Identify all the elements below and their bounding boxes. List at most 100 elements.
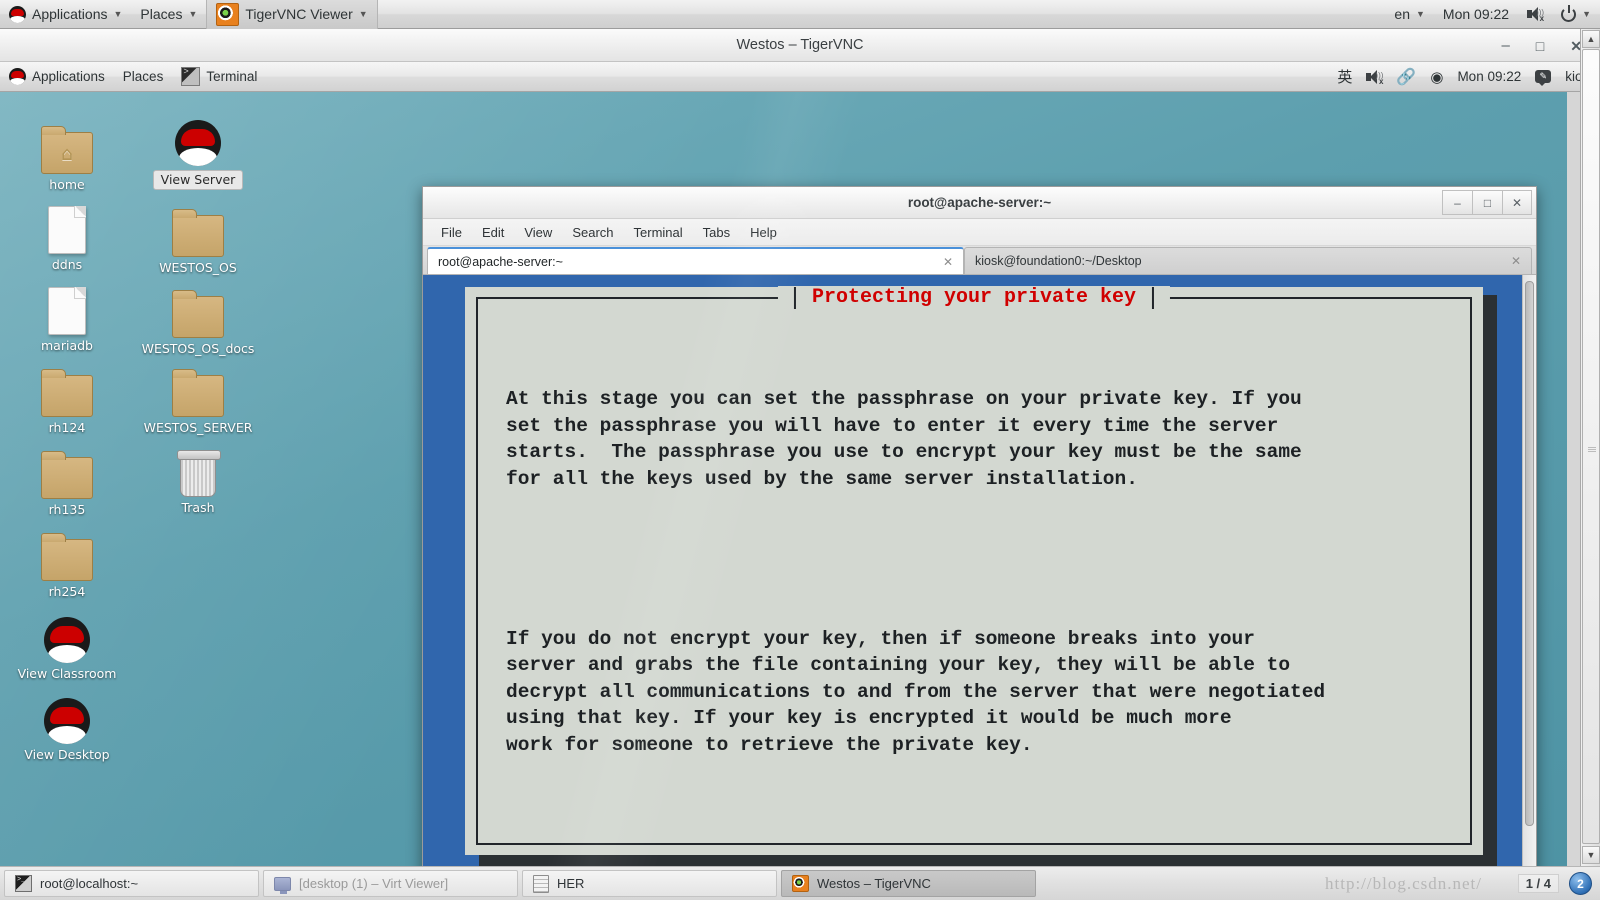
taskbar-item-label: HER — [557, 876, 585, 891]
tab-close-icon[interactable]: ✕ — [1511, 254, 1521, 268]
redhat-logo-icon — [9, 68, 26, 85]
outer-window-menu-tigervnc[interactable]: TigerVNC Viewer ▼ — [206, 0, 378, 29]
taskbar-item-virt-viewer[interactable]: [desktop (1) – Virt Viewer] — [263, 870, 518, 897]
terminal-screen[interactable]: Protecting your private key At this stag… — [423, 275, 1536, 875]
dialog-title-box: Protecting your private key — [777, 286, 1171, 309]
remote-top-panel: Applications Places Terminal 英 )))x 🔗 ◉ … — [0, 62, 1600, 92]
dialog-title: Protecting your private key — [811, 286, 1137, 309]
protecting-private-key-dialog: Protecting your private key At this stag… — [465, 286, 1483, 855]
terminal-scroll-thumb[interactable] — [1525, 281, 1534, 826]
remote-applications-label: Applications — [32, 69, 105, 84]
desktop-icon-westos-server[interactable]: WESTOS_SERVER — [139, 365, 257, 435]
taskbar-right-area: 1 / 4 2 — [1517, 872, 1596, 895]
menu-help[interactable]: Help — [740, 219, 787, 246]
tab-close-icon[interactable]: ✕ — [943, 255, 953, 269]
desktop-icon-view-server[interactable]: View Server — [145, 114, 251, 191]
desktop-icon-trash[interactable]: Trash — [145, 445, 251, 515]
remote-clock-label[interactable]: Mon 09:22 — [1457, 69, 1521, 84]
desktop-icon-home[interactable]: ⌂ home — [14, 122, 120, 192]
menu-tabs[interactable]: Tabs — [693, 219, 740, 246]
taskbar-item-root-localhost[interactable]: root@localhost:~ — [4, 870, 259, 897]
terminal-titlebar[interactable]: root@apache-server:~ – □ ✕ — [423, 187, 1536, 219]
chevron-down-icon: ▼ — [358, 8, 368, 19]
desktop-icon-rh135[interactable]: rh135 — [14, 447, 120, 517]
desktop-icon-mariadb[interactable]: mariadb — [14, 283, 120, 353]
dialog-frame: Protecting your private key At this stag… — [476, 286, 1472, 845]
terminal-icon — [15, 875, 32, 892]
tigervnc-icon — [216, 2, 240, 26]
outer-clock-label: Mon 09:22 — [1442, 6, 1510, 22]
taskbar: root@localhost:~ [desktop (1) – Virt Vie… — [0, 866, 1600, 900]
folder-icon — [14, 365, 120, 417]
tigervnc-titlebar[interactable]: Westos – TigerVNC — [0, 29, 1600, 62]
wifi-icon[interactable]: ◉ — [1430, 68, 1443, 86]
menu-search[interactable]: Search — [562, 219, 623, 246]
chevron-down-icon: ▼ — [1415, 8, 1425, 19]
outer-applications-menu[interactable]: Applications ▼ — [0, 0, 131, 29]
keyboard-layout-indicator[interactable]: en ▼ — [1385, 0, 1434, 29]
tab-root-apache-server[interactable]: root@apache-server:~ ✕ — [427, 247, 964, 274]
remote-places-menu[interactable]: Places — [114, 62, 173, 92]
system-power-menu[interactable]: ▼ — [1552, 0, 1600, 29]
chevron-down-icon: ▼ — [113, 8, 123, 19]
terminal-maximize-button[interactable]: □ — [1472, 190, 1502, 215]
desktop-icon-label: View Desktop — [24, 747, 110, 762]
menu-view[interactable]: View — [514, 219, 562, 246]
terminal-menubar: File Edit View Search Terminal Tabs Help — [423, 219, 1536, 246]
terminal-window-controls: – □ ✕ — [1442, 190, 1532, 215]
desktop-icon-westos-os[interactable]: WESTOS_OS — [145, 205, 251, 275]
bluetooth-icon[interactable]: 🔗 — [1396, 67, 1416, 87]
page-indicator: 1 / 4 — [1517, 874, 1559, 893]
workspace-switcher-badge[interactable]: 2 — [1569, 872, 1592, 895]
desktop-icon-label: ddns — [51, 257, 83, 272]
scroll-up-arrow-icon[interactable]: ▲ — [1582, 30, 1600, 48]
title-rule-right — [1152, 286, 1155, 309]
chevron-down-icon: ▼ — [188, 8, 198, 19]
taskbar-item-her[interactable]: HER — [522, 870, 777, 897]
tigervnc-window-title: Westos – TigerVNC — [736, 37, 864, 53]
menu-file[interactable]: File — [431, 219, 472, 246]
folder-icon — [139, 286, 257, 338]
viewer-scroll-thumb[interactable] — [1582, 49, 1600, 844]
desktop-icon-rh254[interactable]: rh254 — [14, 529, 120, 599]
remote-window-label: Terminal — [206, 69, 258, 84]
speaker-muted-icon: ))) x — [1527, 7, 1544, 23]
messaging-icon: ✎ — [1535, 70, 1552, 86]
input-method-indicator[interactable]: 英 — [1337, 66, 1352, 87]
scroll-down-arrow-icon[interactable]: ▼ — [1582, 846, 1600, 864]
desktop-icon-rh124[interactable]: rh124 — [14, 365, 120, 435]
desktop-icon-ddns[interactable]: ddns — [14, 202, 120, 272]
tab-label: root@apache-server:~ — [438, 254, 563, 269]
folder-icon — [145, 205, 251, 257]
maximize-button[interactable] — [1536, 39, 1544, 53]
desktop-icon-westos-os-docs[interactable]: WESTOS_OS_docs — [139, 286, 257, 356]
terminal-close-button[interactable]: ✕ — [1502, 190, 1532, 215]
minimize-button[interactable] — [1501, 38, 1509, 53]
volume-muted-indicator[interactable]: ))) x — [1518, 0, 1552, 29]
remote-applications-menu[interactable]: Applications — [0, 62, 114, 92]
viewer-vertical-scrollbar[interactable]: ▲ ▼ — [1580, 29, 1600, 900]
taskbar-item-westos-tigervnc[interactable]: Westos – TigerVNC — [781, 870, 1036, 897]
terminal-minimize-button[interactable]: – — [1442, 190, 1472, 215]
document-icon — [14, 202, 120, 254]
outer-top-panel: Applications ▼ Places ▼ TigerVNC Viewer … — [0, 0, 1600, 29]
remote-window-menu-terminal[interactable]: Terminal — [172, 62, 266, 92]
redhat-icon — [11, 611, 123, 663]
document-icon — [14, 283, 120, 335]
tab-kiosk-foundation0[interactable]: kiosk@foundation0:~/Desktop ✕ — [964, 247, 1532, 274]
outer-clock[interactable]: Mon 09:22 — [1434, 0, 1518, 29]
speaker-muted-icon[interactable]: ))) x — [1366, 69, 1383, 86]
menu-edit[interactable]: Edit — [472, 219, 514, 246]
taskbar-item-label: Westos – TigerVNC — [817, 876, 931, 891]
outer-places-menu[interactable]: Places ▼ — [131, 0, 206, 29]
desktop-icon-label: rh135 — [48, 502, 86, 517]
desktop-icon-view-desktop[interactable]: View Desktop — [11, 692, 123, 762]
desktop-icon-label: View Classroom — [17, 666, 117, 681]
gnome-terminal-window: root@apache-server:~ – □ ✕ File Edit Vie… — [422, 186, 1537, 875]
redhat-icon — [11, 692, 123, 744]
terminal-vertical-scrollbar[interactable] — [1522, 275, 1536, 875]
trash-icon — [145, 445, 251, 497]
tab-label: kiosk@foundation0:~/Desktop — [975, 254, 1142, 268]
menu-terminal[interactable]: Terminal — [624, 219, 693, 246]
desktop-icon-view-classroom[interactable]: View Classroom — [11, 611, 123, 681]
